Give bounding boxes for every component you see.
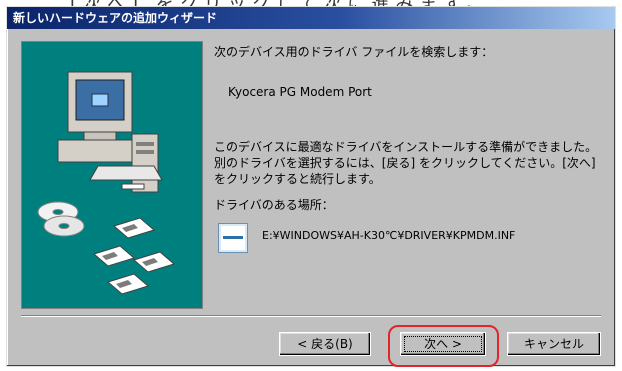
driver-location-label: ドライバのある場所： [214, 198, 334, 212]
computer-icon [57, 71, 163, 193]
driver-file-icon [218, 223, 248, 253]
cd-disc-icon [37, 201, 85, 237]
back-button[interactable]: < 戻る(B) [279, 332, 371, 356]
wizard-content: 次のデバイス用のドライバ ファイルを検索します： Kyocera PG Mode… [214, 41, 609, 307]
wizard-dialog: 新しいハードウェアの追加ウィザード 次のデバイス用のドライバ ファイルを検索しま… [6, 6, 616, 367]
wizard-illustration [21, 41, 203, 309]
title-bar: 新しいハードウェアの追加ウィザード [7, 7, 615, 29]
device-name: Kyocera PG Modem Port [228, 85, 372, 99]
cancel-button[interactable]: キャンセル [507, 332, 601, 356]
floppy-disk-icon [92, 217, 176, 295]
illustration-svg [37, 71, 176, 295]
button-separator [21, 315, 601, 317]
driver-path: E:¥WINDOWS¥AH-K30℃¥DRIVER¥KPMDM.INF [262, 229, 516, 242]
next-button[interactable]: 次へ > [400, 332, 486, 356]
instruction-paragraph: このデバイスに最適なドライバをインストールする準備ができました。別のドライバを選… [214, 140, 598, 186]
search-heading: 次のデバイス用のドライバ ファイルを検索します： [214, 45, 494, 59]
window-title: 新しいハードウェアの追加ウィザード [13, 11, 218, 25]
